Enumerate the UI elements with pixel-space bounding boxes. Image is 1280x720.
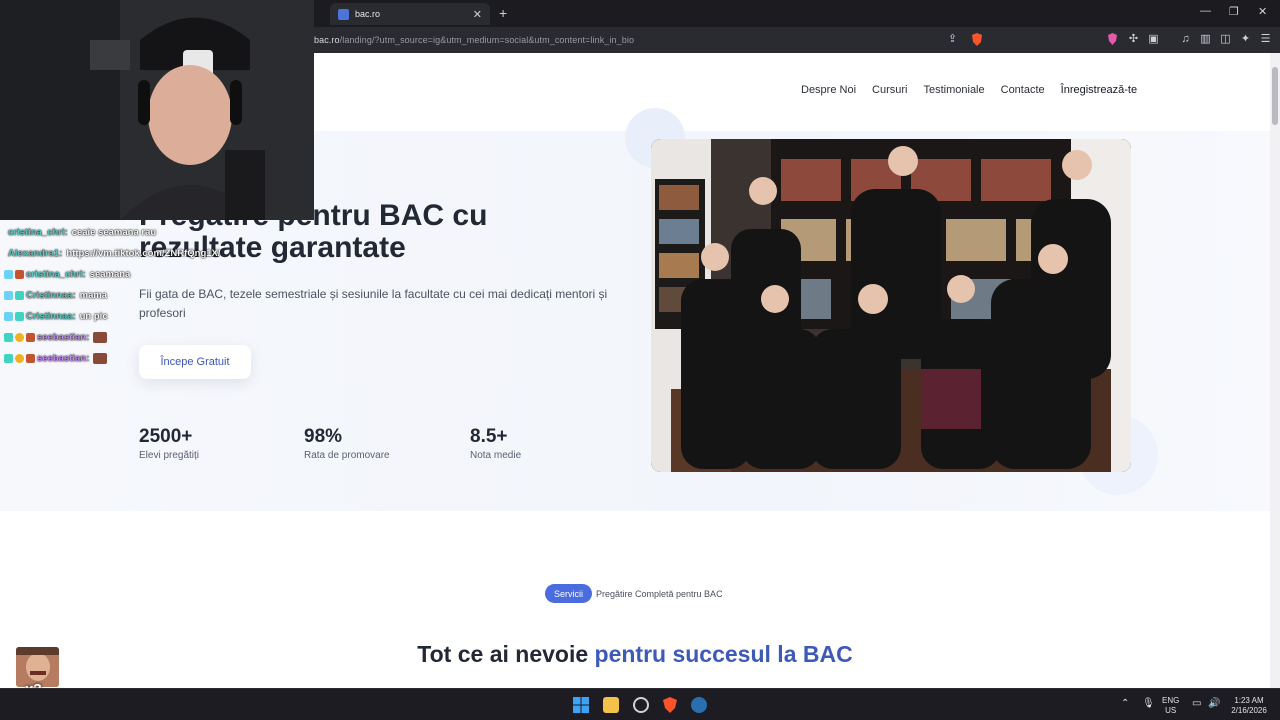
stat-average-grade: 8.5+ Nota medie [470, 426, 521, 461]
chat-message: seebastian: [4, 327, 144, 348]
chat-username: seebastian: [37, 353, 90, 364]
chat-message: cristina_chri: seamana [4, 264, 144, 285]
emote-icon [93, 332, 108, 343]
services-tagline: Pregătire Completă pentru BAC [596, 589, 723, 599]
stat-label: Rata de promovare [304, 450, 390, 461]
obs-icon[interactable] [633, 697, 649, 713]
chat-username: Cristinnaa: [26, 311, 76, 322]
stream-chat: cristina_chri: ceaie seamana rau Alexandr… [4, 222, 221, 369]
stat-value: 8.5+ [470, 426, 508, 447]
chat-username: cristina_chri: [26, 269, 86, 280]
taskbar: ⌃ 🎙 ENG US ▭ 🔊 1:23 AM 2/16/2026 [0, 688, 1280, 720]
chat-text: ceaie seamana rau [71, 227, 157, 238]
chat-text: mama [79, 290, 108, 301]
chat-message: Alexandra1: https://vm.tiktok.com/ZNRfQng… [4, 243, 221, 264]
share-icon[interactable]: ⇪ [946, 33, 959, 46]
steam-icon[interactable] [691, 697, 707, 713]
nav-link-despre-noi[interactable]: Despre Noi [801, 84, 856, 96]
sidebar-icon[interactable]: ▥ [1199, 33, 1212, 46]
menu-icon[interactable]: ☰ [1259, 33, 1272, 46]
nav-link-contacte[interactable]: Contacte [1001, 84, 1045, 96]
badge-icon [4, 270, 13, 279]
restore-icon[interactable]: ❐ [1229, 5, 1239, 18]
display-icon[interactable]: ▭ [1192, 699, 1201, 709]
input-language[interactable]: ENG US [1162, 696, 1179, 716]
brave-browser-icon[interactable] [662, 697, 678, 713]
new-tab-icon[interactable]: + [499, 5, 507, 21]
stat-value: 2500+ [139, 426, 193, 447]
close-window-icon[interactable]: ✕ [1258, 5, 1267, 18]
start-free-button[interactable]: Începe Gratuit [139, 345, 251, 379]
chat-username: seebastian: [37, 332, 90, 343]
stat-pass-rate: 98% Rata de promovare [304, 426, 390, 461]
badge-icon [4, 312, 13, 321]
chat-text: un pic [79, 311, 108, 322]
microphone-icon[interactable]: 🎙 [1142, 699, 1155, 709]
tray-chevron-icon[interactable]: ⌃ [1121, 699, 1129, 709]
badge-icon [4, 333, 13, 342]
services-title-highlight: pentru succesul la BAC [594, 641, 853, 667]
leo-icon[interactable]: ✦ [1239, 33, 1252, 46]
chat-username: cristina_chri: [8, 227, 68, 238]
wallet-icon[interactable]: ◫ [1219, 33, 1232, 46]
badge-icon [26, 354, 35, 363]
extension-icon[interactable] [1106, 33, 1119, 46]
stat-students: 2500+ Elevi pregătiți [139, 426, 199, 461]
site-favicon-icon [338, 8, 349, 20]
badge-icon [4, 354, 13, 363]
screenshot-icon[interactable]: ▣ [1147, 33, 1160, 46]
puzzle-icon[interactable]: ✣ [1127, 33, 1140, 46]
chat-message: Cristinnaa: mama [4, 285, 144, 306]
services-badge: Servicii [545, 584, 593, 603]
volume-icon[interactable]: 🔊 [1208, 699, 1220, 709]
screen: bac.ro ✕ + — ❐ ✕ bac.ro/landing/?utm_sou… [0, 0, 1280, 720]
url-path: /landing/?utm_source=ig&utm_medium=socia… [339, 35, 635, 45]
file-explorer-icon[interactable] [603, 697, 619, 713]
clock-time: 1:23 AM [1234, 696, 1264, 705]
url-field[interactable]: bac.ro/landing/?utm_source=ig&utm_medium… [314, 35, 634, 45]
chat-username: Alexandra1: [8, 248, 63, 259]
media-icon[interactable]: ♫ [1179, 33, 1192, 46]
stat-label: Nota medie [470, 450, 522, 461]
windows-start-icon[interactable] [573, 697, 589, 713]
nav-link-testimoniale[interactable]: Testimoniale [923, 84, 984, 96]
badge-icon [15, 354, 24, 363]
page-scrollbar[interactable] [1270, 53, 1280, 688]
badge-icon [4, 291, 13, 300]
services-title: Tot ce ai nevoie pentru succesul la BAC [0, 641, 1270, 668]
emote-icon [93, 353, 108, 364]
clock[interactable]: 1:23 AM 2/16/2026 [1228, 696, 1270, 716]
badge-icon [26, 333, 35, 342]
nav-link-cursuri[interactable]: Cursuri [872, 84, 907, 96]
brave-shield-icon[interactable] [970, 33, 983, 46]
badge-icon [15, 333, 24, 342]
chat-text: seamana [89, 269, 131, 280]
clock-date: 2/16/2026 [1231, 706, 1267, 715]
browser-tab[interactable]: bac.ro ✕ [330, 3, 490, 25]
chat-text: https://vm.tiktok.com/ZNRfQng1X/ [66, 248, 221, 259]
chat-message: Cristinnaa: un pic [4, 306, 144, 327]
badge-icon [15, 270, 24, 279]
tab-close-icon[interactable]: ✕ [473, 8, 482, 21]
stat-value: 98% [304, 426, 343, 447]
badge-icon [15, 312, 24, 321]
url-host: bac.ro [314, 35, 340, 45]
main-nav: Despre Noi Cursuri Testimoniale Contacte… [801, 84, 1137, 96]
scrollbar-thumb[interactable] [1272, 67, 1278, 125]
stat-label: Elevi pregătiți [139, 450, 200, 461]
minimize-icon[interactable]: — [1200, 5, 1211, 17]
team-photo [651, 139, 1131, 472]
webcam-overlay [0, 0, 314, 220]
chat-message: seebastian: [4, 348, 144, 369]
nav-link-register[interactable]: Înregistrează-te [1061, 84, 1137, 96]
hero-subtitle: Fii gata de BAC, tezele semestriale și s… [139, 287, 608, 320]
badge-icon [15, 291, 24, 300]
region-code: US [1165, 706, 1177, 715]
chat-message: cristina_chri: ceaie seamana rau [4, 222, 156, 243]
tab-title: bac.ro [355, 9, 381, 19]
language-code: ENG [1162, 696, 1180, 705]
services-title-start: Tot ce ai nevoie [417, 641, 595, 667]
chat-username: Cristinnaa: [26, 290, 76, 301]
